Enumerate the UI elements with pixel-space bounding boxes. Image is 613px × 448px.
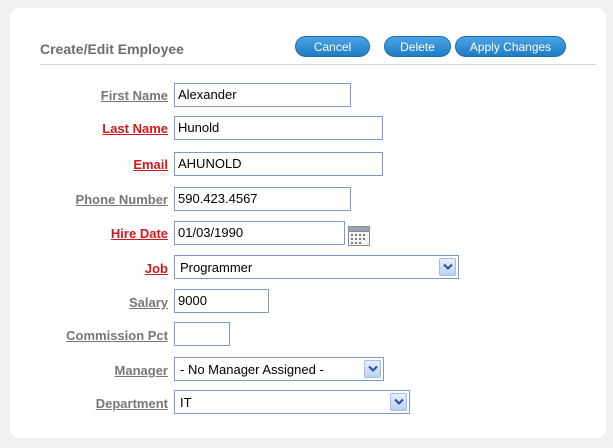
- email-label[interactable]: Email: [133, 157, 168, 172]
- last-name-input[interactable]: Hunold: [174, 116, 383, 140]
- apply-changes-button[interactable]: Apply Changes: [455, 36, 566, 57]
- salary-input[interactable]: 9000: [174, 289, 269, 313]
- header-divider: [40, 64, 596, 65]
- job-select[interactable]: Programmer: [174, 255, 459, 279]
- job-label[interactable]: Job: [145, 261, 168, 276]
- phone-number-input[interactable]: 590.423.4567: [174, 187, 351, 211]
- calendar-icon[interactable]: [348, 226, 370, 246]
- hire-date-input[interactable]: 01/03/1990: [174, 221, 345, 245]
- chevron-down-icon[interactable]: [364, 360, 381, 378]
- job-select-value: Programmer: [180, 260, 253, 275]
- phone-number-label[interactable]: Phone Number: [76, 192, 168, 207]
- cancel-button[interactable]: Cancel: [295, 36, 370, 57]
- commission-pct-input[interactable]: [174, 322, 230, 346]
- hire-date-label[interactable]: Hire Date: [111, 226, 168, 241]
- manager-label[interactable]: Manager: [115, 363, 168, 378]
- email-input[interactable]: AHUNOLD: [174, 152, 383, 176]
- department-select-value: IT: [180, 395, 192, 410]
- first-name-label[interactable]: First Name: [101, 88, 168, 103]
- chevron-down-icon[interactable]: [439, 258, 456, 276]
- department-label[interactable]: Department: [96, 396, 168, 411]
- first-name-input[interactable]: Alexander: [174, 83, 351, 107]
- commission-pct-label[interactable]: Commission Pct: [66, 328, 168, 343]
- delete-button[interactable]: Delete: [384, 36, 451, 57]
- last-name-label[interactable]: Last Name: [102, 121, 168, 136]
- manager-select[interactable]: - No Manager Assigned -: [174, 357, 384, 381]
- manager-select-value: - No Manager Assigned -: [180, 362, 324, 377]
- department-select[interactable]: IT: [174, 390, 410, 414]
- region-title: Create/Edit Employee: [40, 41, 184, 57]
- chevron-down-icon[interactable]: [390, 393, 407, 411]
- salary-label[interactable]: Salary: [129, 295, 168, 310]
